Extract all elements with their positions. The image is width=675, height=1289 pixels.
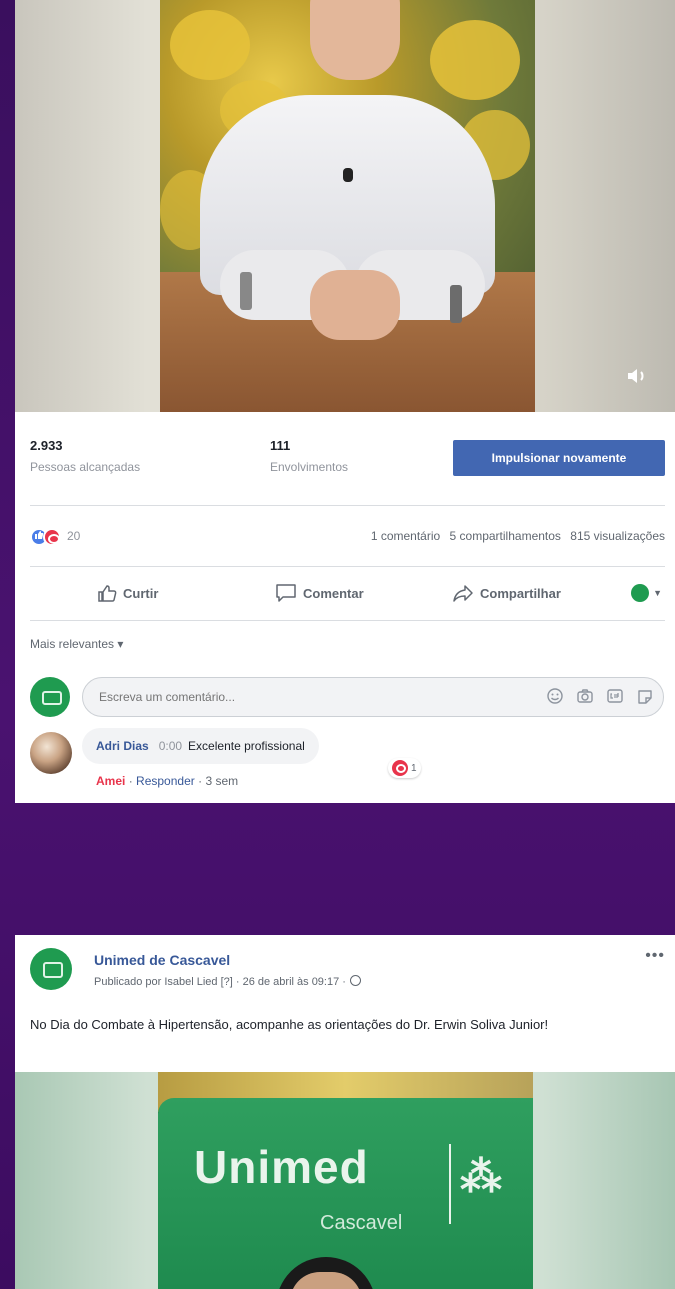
presenter-hands xyxy=(310,270,400,340)
volume-icon[interactable] xyxy=(625,364,653,392)
sticker-icon[interactable] xyxy=(636,688,654,704)
comment-timestamp-link[interactable]: 0:00 xyxy=(159,739,182,753)
love-reaction-icon xyxy=(392,760,408,776)
comments-count-link[interactable]: 1 comentário xyxy=(371,529,440,543)
shares-count-link[interactable]: 5 compartilhamentos xyxy=(450,529,561,543)
views-count: 815 visualizações xyxy=(570,529,665,543)
avatar[interactable] xyxy=(30,732,72,774)
page-avatar-small xyxy=(631,584,650,602)
gif-icon[interactable] xyxy=(606,688,624,704)
like-label: Curtir xyxy=(123,585,159,601)
emoji-icon[interactable] xyxy=(546,688,564,704)
comment-reaction-badge[interactable]: 1 xyxy=(388,758,421,778)
more-icon[interactable]: ••• xyxy=(645,947,665,965)
comment-icon xyxy=(276,584,296,602)
post-meta: Publicado por Isabel Lied [?] · 26 de ab… xyxy=(94,975,361,988)
post-card: Unimed de Cascavel Publicado por Isabel … xyxy=(15,935,675,1289)
composer-tools xyxy=(546,688,654,704)
divider xyxy=(30,566,665,567)
comment-bubble: Adri Dias 0:00 Excelente profissional xyxy=(82,728,319,764)
reach-value: 2.933 xyxy=(30,438,63,453)
post-meta-text: Publicado por Isabel Lied [?] · 26 de ab… xyxy=(94,976,346,988)
post-as-selector[interactable]: ▼ xyxy=(631,584,662,602)
comment-reaction-count: 1 xyxy=(411,762,417,774)
post-card-insights: 2.933 Pessoas alcançadas 111 Envolviment… xyxy=(15,0,675,803)
presenter-head xyxy=(310,0,400,80)
comment-actions: Amei · Responder · 3 sem xyxy=(96,774,239,788)
love-reacted-button[interactable]: Amei xyxy=(96,774,125,788)
comment-text: Excelente profissional xyxy=(188,739,305,753)
page-avatar[interactable] xyxy=(30,948,72,990)
divider xyxy=(30,620,665,621)
camera-icon[interactable] xyxy=(576,688,594,704)
post-actions: Curtir Comentar Compartilhar ▼ xyxy=(30,575,670,611)
chevron-down-icon: ▼ xyxy=(653,588,662,598)
comment-button[interactable]: Comentar xyxy=(275,575,364,611)
comment-sort-dropdown[interactable]: Mais relevantes ▾ xyxy=(30,637,123,651)
comment-item: Adri Dias 0:00 Excelente profissional 1 … xyxy=(30,728,670,796)
comment-age: 3 sem xyxy=(205,774,239,788)
like-button[interactable]: Curtir xyxy=(97,575,158,611)
post-insights: 2.933 Pessoas alcançadas 111 Envolviment… xyxy=(15,430,675,490)
avatar xyxy=(30,677,70,717)
video-logo-text: Unimed xyxy=(194,1141,369,1193)
reach-label: Pessoas alcançadas xyxy=(30,460,141,474)
post-text: No Dia do Combate à Hipertensão, acompan… xyxy=(30,1017,549,1032)
reply-link[interactable]: Responder xyxy=(136,774,195,788)
share-button[interactable]: Compartilhar xyxy=(452,575,561,611)
love-reaction-icon xyxy=(43,528,61,546)
engagement-value: 111 xyxy=(270,438,291,453)
video-player[interactable] xyxy=(15,0,675,412)
engagement-label: Envolvimentos xyxy=(270,460,349,474)
lapel-mic xyxy=(343,168,353,182)
comment-label: Comentar xyxy=(303,585,364,601)
page-name-link[interactable]: Unimed de Cascavel xyxy=(94,952,230,968)
engagement-meta: 1 comentário 5 compartilhamentos 815 vis… xyxy=(365,529,665,543)
video-player[interactable]: Unimed ⁂ Cascavel xyxy=(15,1072,675,1289)
share-label: Compartilhar xyxy=(480,585,561,601)
globe-icon xyxy=(349,975,361,986)
video-city-text: Cascavel xyxy=(320,1212,403,1234)
share-icon xyxy=(453,585,473,602)
boost-again-button[interactable]: Impulsionar novamente xyxy=(453,440,665,476)
comment-composer xyxy=(30,675,670,721)
thumbs-up-icon xyxy=(98,585,117,602)
divider xyxy=(30,505,665,506)
reaction-count: 20 xyxy=(67,529,81,543)
comment-author-link[interactable]: Adri Dias xyxy=(96,739,149,753)
unimed-logo-icon: ⁂ xyxy=(460,1153,502,1200)
video-frame xyxy=(160,0,535,412)
video-frame: Unimed ⁂ Cascavel xyxy=(158,1072,533,1289)
